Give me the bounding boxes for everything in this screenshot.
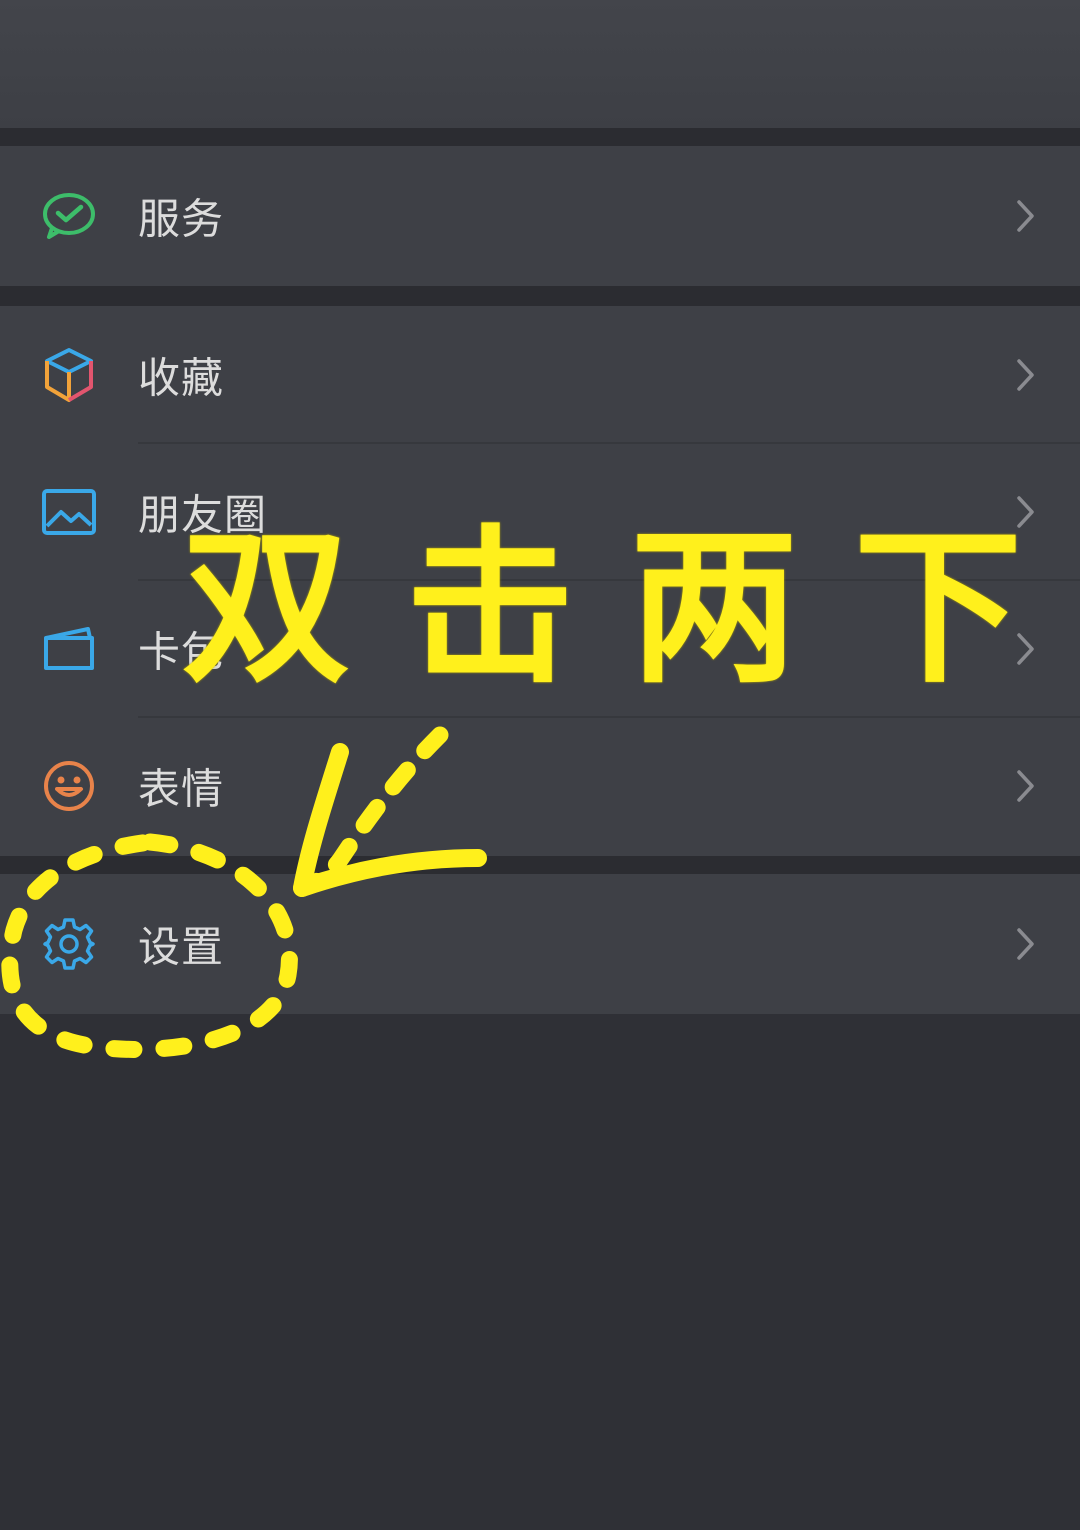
menu-item-moments-label: 朋友圈 [138,490,268,539]
chevron-right-icon [1017,928,1034,960]
chevron-right-icon [1017,769,1034,802]
menu-item-settings[interactable]: 设置 [0,874,1080,1014]
menu-item-service-label: 服务 [138,194,225,244]
gear-icon [38,913,100,975]
chevron-right-icon [1017,358,1034,391]
chevron-right-icon [1017,495,1034,528]
menu-item-stickers[interactable]: 表情 [0,717,1080,854]
menu-item-settings-label: 设置 [138,922,225,972]
chevron-right-icon [1017,200,1034,232]
menu-item-stickers-label: 表情 [138,764,225,813]
cube-icon [38,344,100,406]
menu-item-moments[interactable]: 朋友圈 [0,443,1080,580]
wechat-pay-icon [38,185,100,247]
menu-item-cards[interactable]: 卡包 [0,580,1080,717]
menu-item-favorites[interactable]: 收藏 [0,306,1080,443]
section-separator [0,286,1080,306]
chevron-right-icon [1017,632,1034,665]
menu-item-cards-label: 卡包 [138,627,225,676]
section-separator [0,856,1080,874]
settings-group: 设置 [0,874,1080,1014]
photo-icon [38,481,100,543]
menu-item-favorites-label: 收藏 [138,353,225,402]
card-icon [38,618,100,680]
profile-header-area [0,0,1080,128]
content-group: 收藏 朋友圈 卡包 表情 [0,306,1080,856]
menu-item-service[interactable]: 服务 [0,146,1080,286]
smiley-icon [38,755,100,817]
service-group: 服务 [0,146,1080,286]
section-separator [0,128,1080,146]
wechat-me-screen: 服务 收藏 朋友圈 卡包 表情 设置 双 击 两 下 [0,0,1080,1530]
